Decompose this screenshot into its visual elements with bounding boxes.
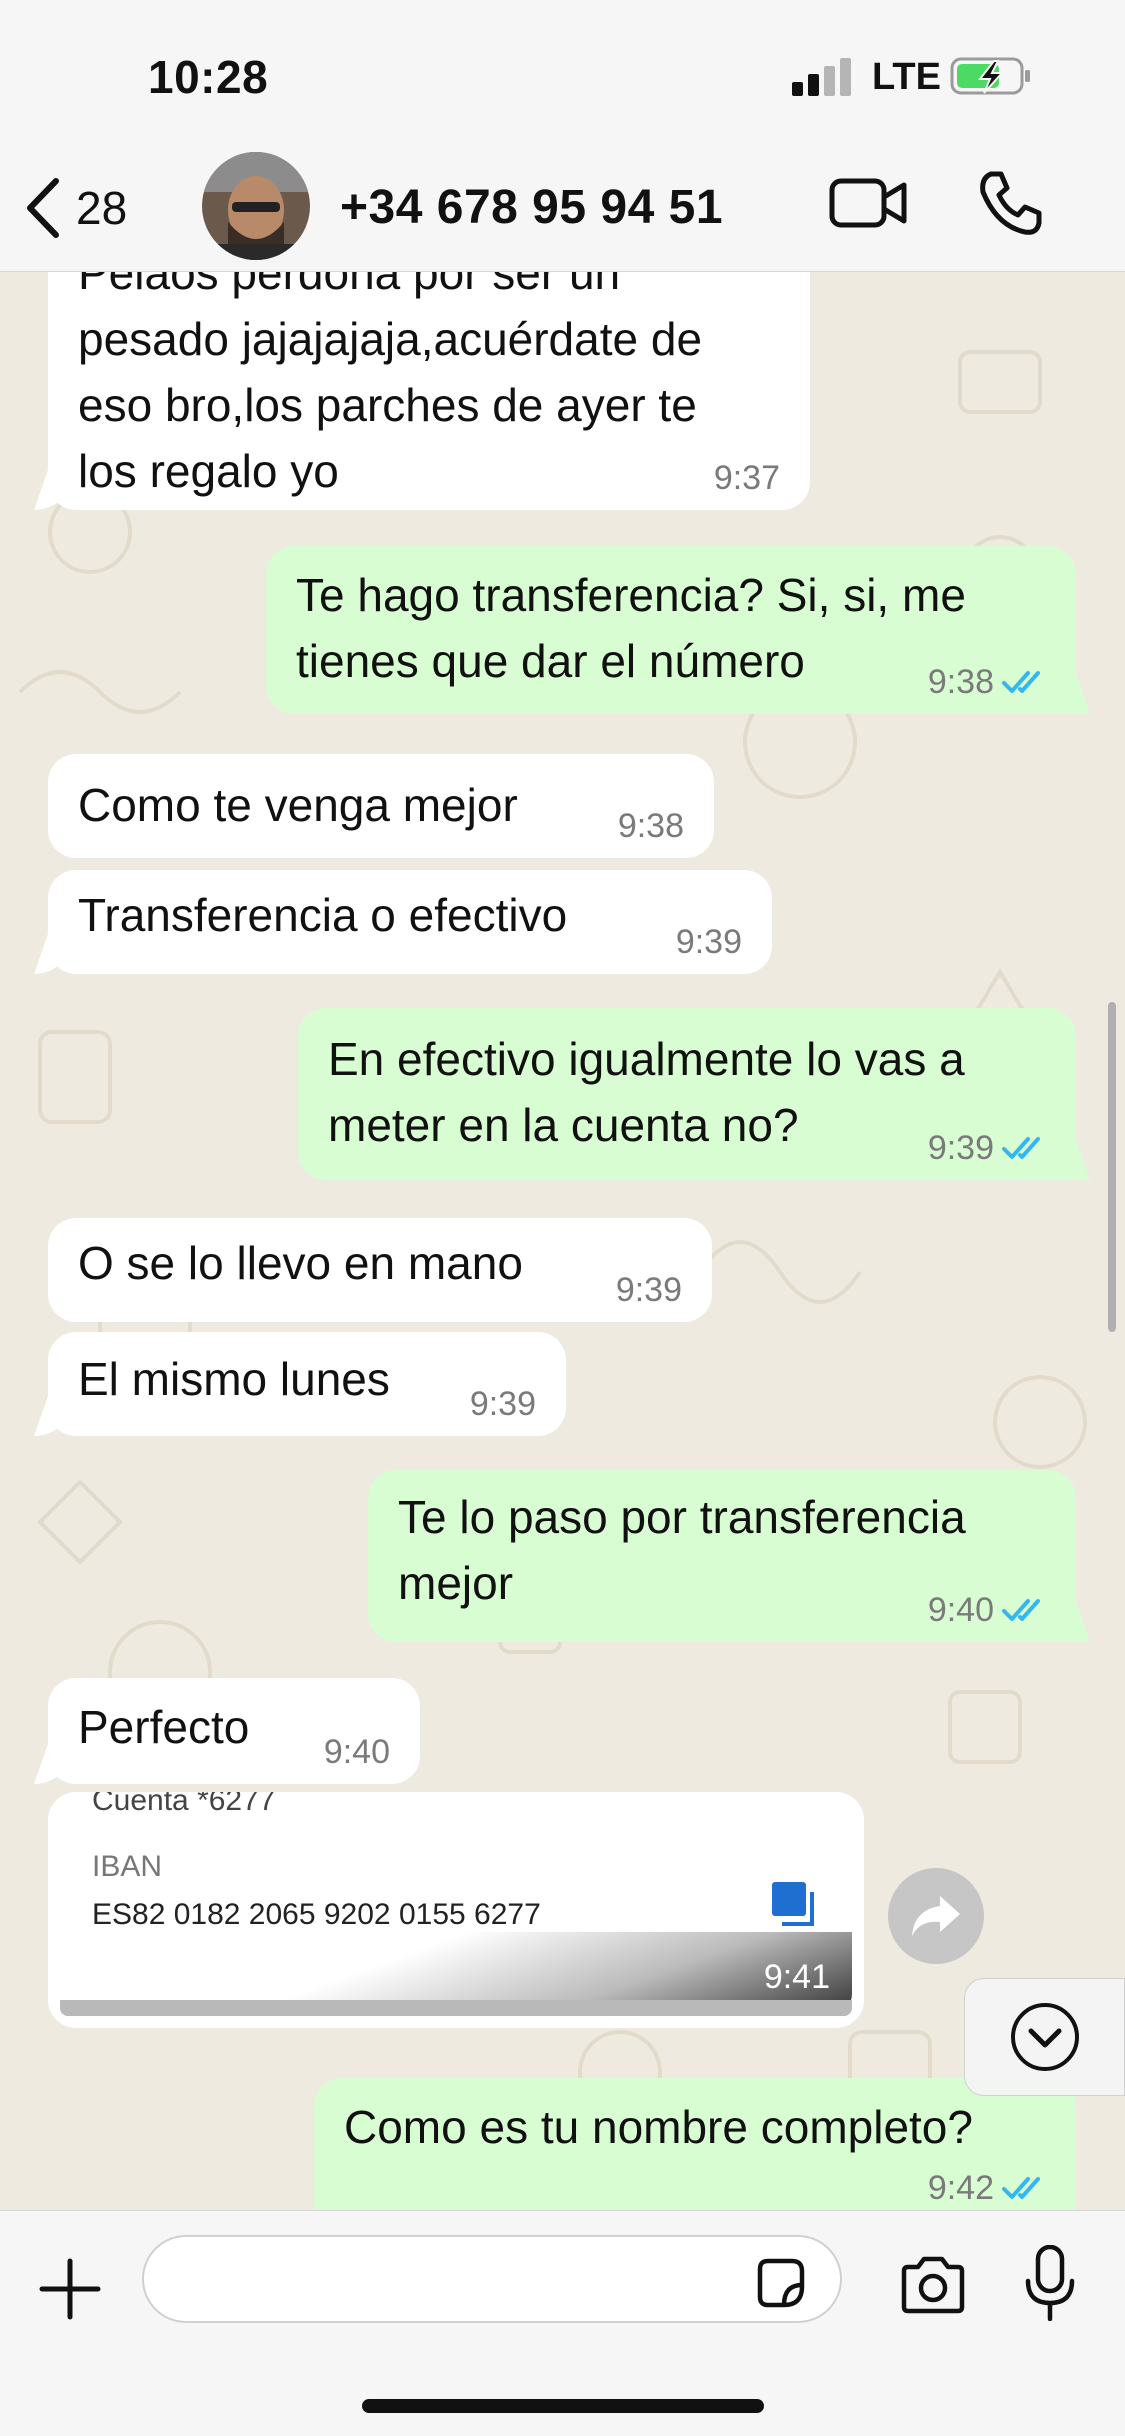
chevron-down-icon bbox=[1010, 2003, 1079, 2071]
phone-icon[interactable] bbox=[975, 168, 1045, 238]
chat-area[interactable]: Pelaos perdona por ser un pesado jajajaj… bbox=[0, 272, 1125, 2210]
scroll-to-bottom-button[interactable] bbox=[964, 1978, 1125, 2096]
forward-icon bbox=[912, 1896, 960, 1936]
message-incoming[interactable]: Como te venga mejor 9:38 bbox=[48, 754, 714, 858]
sticker-icon[interactable] bbox=[752, 2255, 808, 2311]
chat-scrollbar[interactable] bbox=[1108, 1002, 1116, 1332]
message-time: 9:39 bbox=[469, 1385, 536, 1423]
message-outgoing[interactable]: Te lo paso por transferencia mejor 9:40 bbox=[368, 1470, 1076, 1642]
microphone-icon[interactable] bbox=[1024, 2245, 1076, 2321]
back-button[interactable]: 28 bbox=[22, 168, 127, 248]
message-incoming[interactable]: O se lo llevo en mano 9:39 bbox=[48, 1218, 712, 1322]
message-incoming[interactable]: Transferencia o efectivo 9:39 bbox=[48, 870, 772, 974]
contact-name[interactable]: +34 678 95 94 51 bbox=[340, 180, 723, 235]
bank-details-message[interactable]: Cuenta *6277 IBAN ES82 0182 2065 9202 01… bbox=[48, 1792, 864, 2028]
message-time: 9:42 bbox=[928, 2168, 1050, 2208]
back-chevron-icon bbox=[27, 178, 59, 238]
forward-button[interactable] bbox=[888, 1868, 984, 1964]
message-outgoing[interactable]: Te hago transferencia? Si, si, me tienes… bbox=[266, 546, 1076, 714]
message-time: 9:41 bbox=[763, 1958, 830, 1996]
video-call-icon[interactable] bbox=[828, 175, 908, 231]
signal-icon bbox=[792, 58, 852, 96]
read-receipt-icon bbox=[1002, 1137, 1040, 1159]
card-bar bbox=[60, 2000, 852, 2016]
iban-value: ES82 0182 2065 9202 0155 6277 bbox=[92, 1898, 541, 1931]
message-time: 9:38 bbox=[928, 662, 1050, 702]
network-type: LTE bbox=[872, 56, 941, 98]
read-receipt-icon bbox=[1002, 2177, 1040, 2199]
status-bar: 10:28 LTE bbox=[0, 0, 1125, 150]
plus-icon[interactable] bbox=[38, 2257, 102, 2321]
message-input[interactable] bbox=[142, 2235, 842, 2323]
message-time: 9:40 bbox=[323, 1733, 390, 1771]
read-receipt-icon bbox=[1002, 1599, 1040, 1621]
status-time: 10:28 bbox=[148, 51, 269, 103]
message-time: 9:39 bbox=[675, 923, 742, 961]
message-incoming[interactable]: El mismo lunes 9:39 bbox=[48, 1332, 566, 1436]
message-time: 9:39 bbox=[615, 1271, 682, 1309]
iban-label: IBAN bbox=[92, 1850, 163, 1883]
chat-header: 28 +34 678 95 94 51 bbox=[0, 150, 1125, 272]
camera-icon[interactable] bbox=[898, 2255, 968, 2315]
message-incoming[interactable]: Pelaos perdona por ser un pesado jajajaj… bbox=[48, 272, 810, 510]
message-time: 9:39 bbox=[928, 1128, 1050, 1168]
battery-charging-icon bbox=[950, 57, 1030, 95]
copy-icon[interactable] bbox=[770, 1880, 818, 1928]
message-time: 9:40 bbox=[928, 1590, 1050, 1630]
message-incoming[interactable]: Perfecto 9:40 bbox=[48, 1678, 420, 1784]
read-receipt-icon bbox=[1002, 671, 1040, 693]
message-time: 9:37 bbox=[713, 459, 780, 497]
message-time: 9:38 bbox=[617, 807, 684, 845]
unread-count: 28 bbox=[76, 182, 128, 234]
avatar[interactable] bbox=[202, 152, 310, 260]
home-indicator bbox=[362, 2399, 764, 2413]
input-bar bbox=[0, 2210, 1125, 2436]
account-number: Cuenta *6277 bbox=[92, 1792, 276, 1817]
message-outgoing[interactable]: Como es tu nombre completo? 9:42 bbox=[314, 2078, 1076, 2210]
message-outgoing[interactable]: En efectivo igualmente lo vas a meter en… bbox=[298, 1008, 1076, 1180]
